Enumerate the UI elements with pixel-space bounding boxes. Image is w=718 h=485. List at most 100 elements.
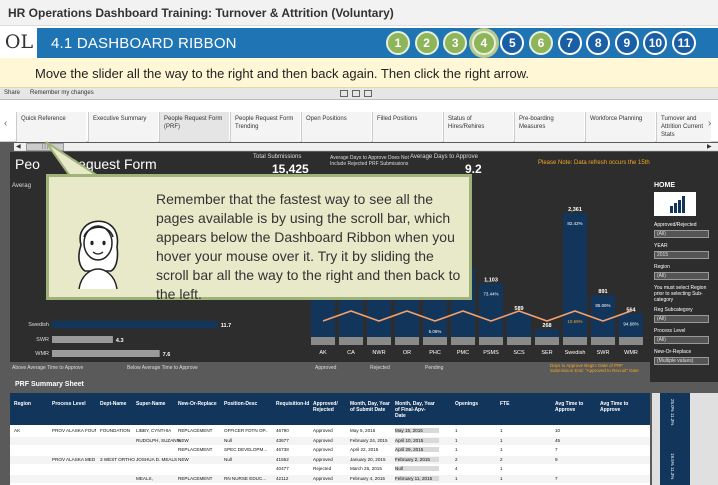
filter-select[interactable]: (All) (654, 230, 709, 238)
filter-select[interactable]: (All) (654, 315, 709, 323)
step-4-button[interactable]: 4 (471, 31, 496, 55)
rejected-segment[interactable] (535, 337, 559, 345)
table-cell: 1 (500, 437, 503, 443)
column-header[interactable]: New-Or-Replace (178, 401, 218, 407)
column-header[interactable]: FTE (500, 401, 540, 407)
step-5-button[interactable]: 5 (500, 31, 525, 55)
rejected-segment[interactable] (311, 337, 335, 345)
column-header[interactable]: Openings (455, 401, 495, 407)
table-cell: MEALS, (136, 475, 153, 481)
table-row[interactable]: PROV ALASKA MED CTR (198)3 WEST ORTHOJOS… (10, 455, 650, 464)
remember-changes-toggle[interactable]: Remember my changes (30, 90, 94, 96)
hbar[interactable] (52, 321, 218, 328)
hbar[interactable] (52, 336, 113, 343)
column-header[interactable]: Position-Desc (224, 401, 264, 407)
step-9-button[interactable]: 9 (614, 31, 639, 55)
column-header[interactable]: Process Level (52, 401, 92, 407)
column-header[interactable]: Approved/ Rejected (313, 401, 353, 413)
rejected-segment[interactable] (507, 337, 531, 345)
step-10-button[interactable]: 10 (643, 31, 668, 55)
region-label: Swedish (565, 350, 586, 356)
table-row[interactable]: 40477 Rejected March 26, 2015 Null 4 1 (10, 465, 650, 473)
column-header[interactable]: Region (14, 401, 54, 407)
home-chart-icon[interactable] (654, 192, 696, 216)
table-row[interactable]: AKPROV ALASKA FOUNDATION (101)FOUNDATION… (10, 427, 650, 435)
filter-select[interactable]: (All) (654, 336, 709, 344)
step-1-button[interactable]: 1 (386, 31, 410, 55)
rejected-segment[interactable] (591, 337, 615, 345)
table-cell: February 24, 2015 (350, 437, 388, 443)
step-2-button[interactable]: 2 (414, 31, 439, 55)
filter-label: New-Or-Replace (654, 349, 692, 355)
rejected-segment[interactable] (619, 337, 643, 345)
table-cell: SPEC DEVELOPM... (224, 447, 268, 452)
rejected-segment[interactable] (339, 337, 363, 345)
tip-callout: Remember that the fastest way to see all… (46, 174, 472, 302)
toolbar-icon-2[interactable] (352, 90, 360, 97)
step-11-button[interactable]: 11 (672, 31, 696, 55)
tab-pre-boarding-measures[interactable]: Pre-boarding Measures (514, 112, 584, 142)
hbar-value: 7.6 (163, 352, 171, 358)
scroll-left-icon[interactable]: ◀ (16, 143, 21, 150)
tab-turnover-and-attrition-current-stats[interactable]: Turnover and Attrition Current Stats (656, 112, 711, 142)
tab-people-request-form-trending[interactable]: People Request Form Trending (230, 112, 300, 142)
column-header[interactable]: Month, Day, Year of Submit Date (350, 401, 390, 413)
rejected-segment[interactable] (367, 337, 391, 345)
step-3-button[interactable]: 3 (443, 31, 468, 55)
rejected-segment[interactable] (563, 337, 587, 345)
rejected-segment[interactable] (479, 337, 503, 345)
region-total-label: 2,361 (568, 207, 582, 213)
column-header[interactable]: Dept-Name (100, 401, 140, 407)
column-header[interactable]: Avg Time to Approve (600, 401, 630, 413)
step-8-button[interactable]: 8 (586, 31, 611, 55)
table-cell: RN NURSE EDUC... (224, 475, 267, 481)
scroll-right-icon[interactable]: ▶ (707, 143, 712, 150)
tab-open-positions[interactable]: Open Positions (301, 112, 371, 142)
region-label: WMR (624, 350, 638, 356)
share-button[interactable]: Share (4, 90, 20, 96)
rejected-segment[interactable] (451, 337, 475, 345)
column-header[interactable]: Super-Name (136, 401, 176, 407)
hbar-label: Swedish (28, 322, 49, 328)
table-cell: February 4, 2015 (350, 475, 385, 481)
toolbar-icon-3[interactable] (364, 90, 372, 97)
step-7-button[interactable]: 7 (557, 31, 582, 55)
table-row[interactable]: MEALS, REPLACEMENT RN NURSE EDUC... 42112 Ap… (10, 474, 650, 483)
rejected-segment[interactable] (395, 337, 419, 345)
ribbon-left-arrow-icon[interactable]: ‹ (4, 118, 7, 129)
table-cell: May 5, 2015 (350, 428, 376, 433)
table-row[interactable]: REPLACEMENT SPEC DEVELOPM... 46738 Approved… (10, 446, 650, 454)
step-6-button[interactable]: 6 (529, 31, 553, 55)
side-label-1: 25.0% 11.3% (670, 399, 675, 426)
filter-select[interactable]: (All) (654, 272, 709, 280)
table-cell: Null (395, 466, 439, 471)
page-title-start: Peo (15, 156, 40, 172)
table-cell: 2 (500, 456, 503, 462)
tab-filled-positions[interactable]: Filled Positions (372, 112, 442, 142)
tab-quick-reference[interactable]: Quick Reference (16, 112, 86, 142)
lesson-title: 4.1 DASHBOARD RIBBON (51, 35, 237, 52)
column-header[interactable]: Requisition-Id (276, 401, 316, 407)
tab-status-of-hires-rehires[interactable]: Status of Hires/Rehires (443, 112, 513, 142)
tab-people-request-form-prf[interactable]: People Request Form (PRF) (159, 112, 229, 142)
column-header[interactable]: Avg Time to Approve (555, 401, 595, 413)
ribbon-scrollbar[interactable]: | | | (14, 143, 718, 151)
rejected-segment[interactable] (423, 337, 447, 345)
region-bar[interactable] (563, 213, 587, 345)
filter-select[interactable]: 2015 (654, 251, 709, 259)
summary-header: PRF Summary Sheet (10, 380, 650, 392)
region-label: SCS (513, 350, 525, 356)
side-label-2: 19.5% 11.3% (670, 453, 675, 480)
region-total-label: 268 (542, 323, 551, 329)
toolbar-icon-1[interactable] (340, 90, 348, 97)
filter-select[interactable]: (Multiple values) (654, 357, 709, 365)
table-cell: 1 (455, 428, 458, 433)
tab-workforce-planning[interactable]: Workforce Planning (585, 112, 655, 142)
table-row[interactable]: RUDOLPH, SUZANNE E.NEWNull43677ApprovedF… (10, 436, 650, 445)
tab-executive-summary[interactable]: Executive Summary (88, 112, 158, 142)
hbar[interactable] (52, 350, 160, 357)
lesson-ribbon: 4.1 DASHBOARD RIBBON 1 2 3 4 5 6 7 8 9 10 11 (37, 28, 718, 58)
approved-pct-label: 85.06% (595, 303, 610, 308)
column-header[interactable]: Month, Day, Year of Final-Apv-Date (395, 401, 435, 419)
ribbon-right-arrow-icon[interactable]: › (708, 118, 711, 129)
